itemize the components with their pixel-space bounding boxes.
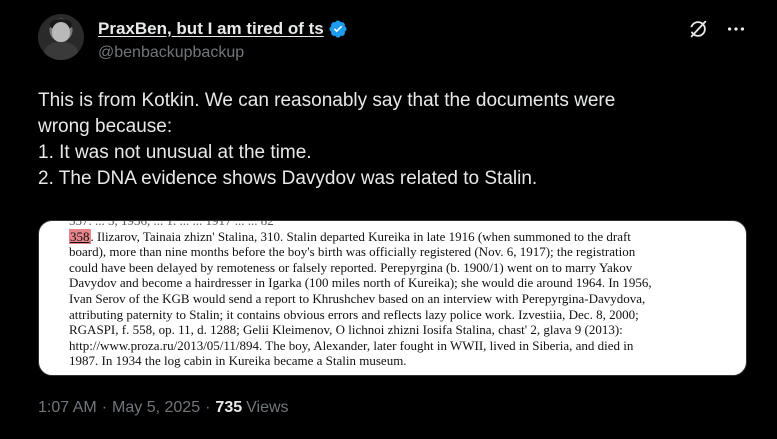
post-meta: 1:07 AM · May 5, 2025 · 735 Views <box>38 399 289 417</box>
author-display-name[interactable]: PraxBen, but I am tired of ts <box>98 19 324 39</box>
footnote-first-line: 358. Ilizarov, Tainaia zhizn' Stalina, 3… <box>69 228 739 245</box>
footnote-line: attributing paternity to Stalin; it cont… <box>69 306 639 322</box>
footnote-number: 358 <box>69 228 91 244</box>
post-text-line: wrong because: <box>38 116 173 137</box>
meta-separator: · <box>205 399 211 416</box>
footnote-line: could have been delayed by remoteness or… <box>69 259 633 275</box>
footnote-first-line-text: . Ilizarov, Tainaia zhizn' Stalina, 310.… <box>90 228 631 244</box>
footnote-line: board), more than nine months before the… <box>69 244 636 260</box>
post-time[interactable]: 1:07 AM <box>38 399 97 417</box>
attached-image[interactable]: 537. ... 5, 1936, ... 1. ... ... 1917 ..… <box>38 220 747 376</box>
author-name-row: PraxBen, but I am tired of ts <box>98 18 348 40</box>
meta-separator: · <box>101 399 108 416</box>
footnote-line: RGASPI, f. 558, op. 11, d. 1288; Gelii K… <box>69 322 623 338</box>
cropped-line: 537. ... 5, 1936, ... 1. ... ... 1917 ..… <box>69 220 274 228</box>
post-text: This is from Kotkin. We can reasonably s… <box>38 88 738 192</box>
more-dots-icon[interactable] <box>725 18 747 40</box>
post: PraxBen, but I am tired of ts @benbackup… <box>0 0 777 439</box>
post-text-line: 2. The DNA evidence shows Davydov was re… <box>38 168 538 189</box>
footnote-line: http://www.proza.ru/2013/05/11/894. The … <box>69 337 634 353</box>
avatar[interactable] <box>38 14 84 60</box>
footnote-line: 1987. In 1934 the log cabin in Kureika b… <box>69 353 407 369</box>
post-text-line: 1. It was not unusual at the time. <box>38 142 312 163</box>
verified-badge-icon[interactable] <box>328 19 348 39</box>
book-footnote-excerpt: 537. ... 5, 1936, ... 1. ... ... 1917 ..… <box>69 220 739 369</box>
footnote-line: Davydov and become a hairdresser in Igar… <box>69 275 652 291</box>
post-text-line: This is from Kotkin. We can reasonably s… <box>38 90 616 111</box>
footnote-line: Ivan Serov of the KGB would send a repor… <box>69 290 646 306</box>
post-actions-top <box>687 18 747 40</box>
views-count: 735 <box>215 399 243 416</box>
avatar-head <box>52 22 70 42</box>
grok-icon[interactable] <box>687 18 709 40</box>
post-date[interactable]: May 5, 2025 <box>112 399 200 417</box>
author-handle[interactable]: @benbackupbackup <box>98 44 244 62</box>
views-label: Views <box>246 399 289 416</box>
avatar-body <box>44 42 78 60</box>
